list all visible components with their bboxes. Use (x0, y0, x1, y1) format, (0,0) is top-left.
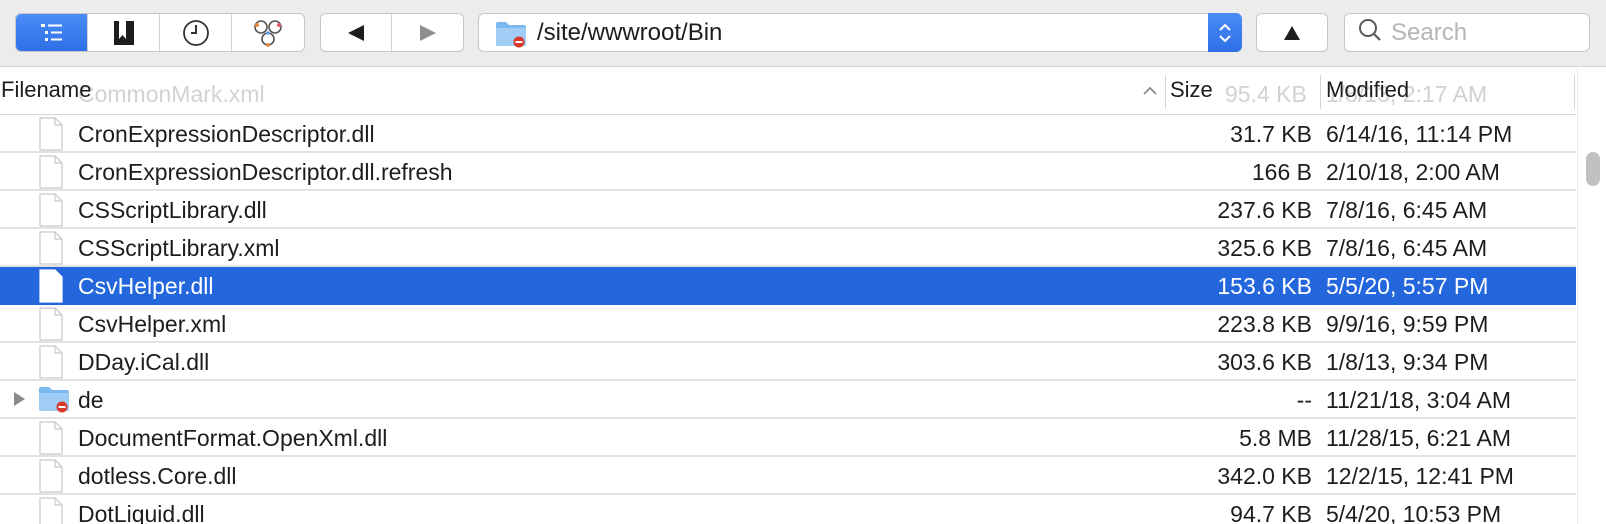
file-size: 166 B (1251, 159, 1312, 185)
path-text: /site/wwwroot/Bin (537, 18, 723, 46)
file-row[interactable]: DocumentFormat.OpenXml.dll 5.8 MB 11/28/15… (0, 419, 1576, 457)
sort-ascending-icon[interactable] (1142, 83, 1158, 101)
file-row[interactable]: CsvHelper.xml 223.8 KB 9/9/16, 9:59 PM (0, 305, 1576, 343)
file-modified: 5/5/20, 5:57 PM (1326, 273, 1489, 299)
file-row[interactable]: DDay.iCal.dll 303.6 KB 1/8/13, 9:34 PM (0, 343, 1576, 381)
file-name: DocumentFormat.OpenXml.dll (78, 425, 388, 451)
search-input[interactable] (1391, 18, 1581, 47)
bonjour-button[interactable] (232, 14, 304, 51)
file-row[interactable]: CSScriptLibrary.xml 325.6 KB 7/8/16, 6:45 … (0, 229, 1576, 267)
file-size: 153.6 KB (1217, 273, 1312, 299)
folder-row[interactable]: de -- 11/21/18, 3:04 AM (0, 381, 1576, 419)
file-row[interactable]: CronExpressionDescriptor.dll.refresh 166 … (0, 153, 1576, 191)
outline-view-icon (40, 23, 62, 41)
file-row[interactable]: DotLiquid.dll 94.7 KB 5/4/20, 10:53 PM (0, 495, 1576, 524)
file-size: 94.7 KB (1230, 501, 1312, 524)
file-size: 223.8 KB (1217, 311, 1312, 337)
disclosure-triangle-icon[interactable] (12, 391, 26, 412)
file-size: 325.6 KB (1217, 235, 1312, 261)
column-header: CommonMark.xml 95.4 KB 1/8/13, 2:17 AM F… (0, 67, 1576, 115)
document-icon (38, 231, 64, 270)
file-row[interactable]: dotless.Core.dll 342.0 KB 12/2/15, 12:41 P… (0, 457, 1576, 495)
forward-triangle-icon (419, 24, 436, 41)
file-size: 237.6 KB (1217, 197, 1312, 223)
file-modified: 1/8/13, 9:34 PM (1326, 349, 1489, 375)
column-divider[interactable] (1574, 75, 1575, 109)
file-modified: 7/8/16, 6:45 AM (1326, 235, 1488, 261)
file-size: -- (1296, 387, 1312, 413)
bookmarks-button[interactable] (88, 14, 160, 51)
file-name: CsvHelper.xml (78, 311, 227, 337)
file-name: de (78, 387, 104, 413)
column-divider[interactable] (1320, 75, 1321, 109)
ghost-row-name: CommonMark.xml (78, 81, 265, 107)
scrollbar-thumb[interactable] (1586, 152, 1600, 186)
bookmark-icon (113, 20, 134, 45)
toolbar: /site/wwwroot/Bin (0, 0, 1606, 67)
chevron-down-icon (1219, 34, 1231, 42)
outline-view-button[interactable] (16, 14, 88, 51)
file-modified: 6/14/16, 11:14 PM (1326, 121, 1513, 147)
file-size: 5.8 MB (1239, 425, 1312, 451)
document-icon (38, 269, 64, 308)
file-size: 303.6 KB (1217, 349, 1312, 375)
column-modified[interactable]: Modified (1326, 77, 1409, 103)
bonjour-icon (254, 19, 282, 47)
ghost-row-size: 95.4 KB (1225, 81, 1307, 107)
file-modified: 11/21/18, 3:04 AM (1326, 387, 1511, 413)
file-name: CronExpressionDescriptor.dll.refresh (78, 159, 453, 185)
file-size: 31.7 KB (1230, 121, 1312, 147)
file-size: 342.0 KB (1217, 463, 1312, 489)
back-button[interactable] (321, 14, 392, 51)
path-popup-stepper[interactable] (1208, 13, 1242, 52)
file-modified: 5/4/20, 10:53 PM (1326, 501, 1502, 524)
file-list: CronExpressionDescriptor.dll 31.7 KB 6/14/… (0, 115, 1576, 524)
file-name: CsvHelper.dll (78, 273, 214, 299)
document-icon (38, 193, 64, 232)
document-icon (38, 497, 64, 524)
path-selector[interactable]: /site/wwwroot/Bin (478, 13, 1242, 52)
document-icon (38, 345, 64, 384)
file-modified: 2/10/18, 2:00 AM (1326, 159, 1500, 185)
document-icon (38, 459, 64, 498)
document-icon (38, 117, 64, 156)
file-modified: 11/28/15, 6:21 AM (1326, 425, 1511, 451)
server-folder-icon (495, 20, 527, 47)
file-name: DDay.iCal.dll (78, 349, 210, 375)
file-name: CronExpressionDescriptor.dll (78, 121, 375, 147)
navigation-segmented-control (320, 13, 464, 52)
back-triangle-icon (348, 24, 364, 41)
file-name: CSScriptLibrary.xml (78, 235, 280, 261)
document-icon (38, 307, 64, 346)
file-row[interactable]: CsvHelper.dll 153.6 KB 5/5/20, 5:57 PM (0, 267, 1576, 305)
column-filename[interactable]: Filename (1, 77, 91, 103)
up-triangle-icon (1284, 25, 1300, 40)
parent-directory-button[interactable] (1256, 13, 1328, 52)
chevron-up-icon (1219, 23, 1231, 31)
file-modified: 7/8/16, 6:45 AM (1326, 197, 1488, 223)
forward-button[interactable] (392, 14, 463, 51)
vertical-scrollbar[interactable] (1577, 67, 1606, 524)
document-icon (38, 155, 64, 194)
column-size[interactable]: Size (1170, 77, 1213, 103)
column-divider[interactable] (1165, 75, 1166, 109)
search-icon (1357, 17, 1383, 48)
file-name: CSScriptLibrary.dll (78, 197, 267, 223)
file-modified: 12/2/15, 12:41 PM (1326, 463, 1514, 489)
file-name: dotless.Core.dll (78, 463, 237, 489)
history-button[interactable] (160, 14, 232, 51)
file-row[interactable]: CSScriptLibrary.dll 237.6 KB 7/8/16, 6:45 … (0, 191, 1576, 229)
document-icon (38, 421, 64, 460)
folder-icon (38, 383, 70, 418)
file-name: DotLiquid.dll (78, 501, 205, 524)
view-mode-segmented-control (15, 13, 305, 52)
search-field[interactable] (1344, 13, 1590, 52)
file-row[interactable]: CronExpressionDescriptor.dll 31.7 KB 6/14/… (0, 115, 1576, 153)
history-clock-icon (182, 19, 209, 46)
file-modified: 9/9/16, 9:59 PM (1326, 311, 1489, 337)
